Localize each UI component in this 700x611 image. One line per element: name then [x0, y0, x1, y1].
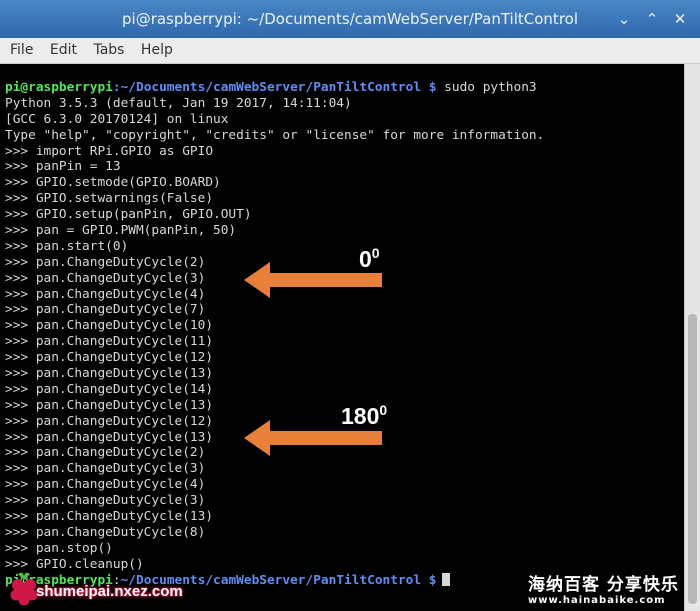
- terminal-output[interactable]: pi@raspberrypi:~/Documents/camWebServer/…: [0, 64, 684, 611]
- menu-bar: File Edit Tabs Help: [0, 38, 700, 64]
- prompt-line: pi@raspberrypi:~/Documents/camWebServer/…: [5, 80, 681, 96]
- terminal-line: >>> GPIO.setup(panPin, GPIO.OUT): [5, 207, 252, 223]
- watermark-right-url: www.hainabaike.com: [528, 595, 666, 606]
- prompt-user: pi@raspberrypi: [5, 80, 113, 95]
- menu-file[interactable]: File: [0, 38, 39, 64]
- watermark-right-cn: 海纳百客 分享快乐: [528, 575, 679, 595]
- terminal-line: >>> GPIO.setwarnings(False): [5, 191, 214, 207]
- terminal-line: >>> pan.ChangeDutyCycle(13): [5, 509, 214, 525]
- arrow-icon-0: [244, 262, 382, 298]
- terminal-line: >>> GPIO.cleanup(): [5, 556, 144, 572]
- terminal-line: [GCC 6.3.0 20170124] on linux: [5, 111, 229, 127]
- watermark-left: shumeipai.nxez.com: [36, 583, 183, 600]
- title-bar[interactable]: pi@raspberrypi: ~/Documents/camWebServer…: [0, 0, 700, 38]
- terminal-line: >>> pan.ChangeDutyCycle(3): [5, 493, 206, 509]
- terminal-line: >>> pan.ChangeDutyCycle(7): [5, 302, 206, 318]
- terminal-line: >>> pan.ChangeDutyCycle(14): [5, 381, 214, 397]
- minimize-icon[interactable]: ⌄: [614, 9, 634, 29]
- menu-help[interactable]: Help: [135, 38, 179, 64]
- terminal-line: >>> pan.start(0): [5, 238, 129, 254]
- terminal-line: Type "help", "copyright", "credits" or "…: [5, 127, 545, 143]
- terminal-line: >>> pan.ChangeDutyCycle(11): [5, 334, 214, 350]
- terminal-line: >>> pan = GPIO.PWM(panPin, 50): [5, 223, 237, 239]
- close-icon[interactable]: ✕: [670, 9, 690, 29]
- terminal-line: Python 3.5.3 (default, Jan 19 2017, 14:1…: [5, 95, 352, 111]
- terminal-window: pi@raspberrypi: ~/Documents/camWebServer…: [0, 0, 700, 611]
- menu-edit[interactable]: Edit: [44, 38, 83, 64]
- terminal-line: >>> panPin = 13: [5, 159, 121, 175]
- scrollbar-thumb[interactable]: [688, 314, 697, 604]
- terminal-line: >>> GPIO.setmode(GPIO.BOARD): [5, 175, 221, 191]
- menu-tabs[interactable]: Tabs: [87, 38, 130, 64]
- text-cursor: [442, 572, 451, 586]
- terminal-line: >>> import RPi.GPIO as GPIO: [5, 143, 214, 159]
- vertical-scrollbar[interactable]: [684, 64, 700, 611]
- angle-label-180-sup: 0: [379, 402, 388, 418]
- arrow-icon-180: [244, 420, 382, 456]
- window-title: pi@raspberrypi: ~/Documents/camWebServer…: [122, 10, 578, 28]
- prompt-command: sudo python3: [436, 80, 537, 95]
- terminal-line: >>> pan.stop(): [5, 540, 113, 556]
- prompt-path: :~/Documents/camWebServer/PanTiltControl…: [112, 80, 437, 95]
- terminal-lines: pi@raspberrypi:~/Documents/camWebServer/…: [5, 80, 681, 589]
- terminal-line: >>> pan.ChangeDutyCycle(13): [5, 366, 214, 382]
- angle-label-0-sup: 0: [371, 245, 380, 261]
- terminal-line: >>> pan.ChangeDutyCycle(3): [5, 461, 206, 477]
- maximize-icon[interactable]: ⌃: [642, 9, 662, 29]
- terminal-line: >>> pan.ChangeDutyCycle(8): [5, 524, 206, 540]
- watermark-right: 海纳百客 分享快乐 www.hainabaike.com: [528, 575, 698, 607]
- terminal-line: >>> pan.ChangeDutyCycle(4): [5, 477, 206, 493]
- terminal-line: >>> pan.ChangeDutyCycle(10): [5, 318, 214, 334]
- terminal-line: >>> pan.ChangeDutyCycle(12): [5, 350, 214, 366]
